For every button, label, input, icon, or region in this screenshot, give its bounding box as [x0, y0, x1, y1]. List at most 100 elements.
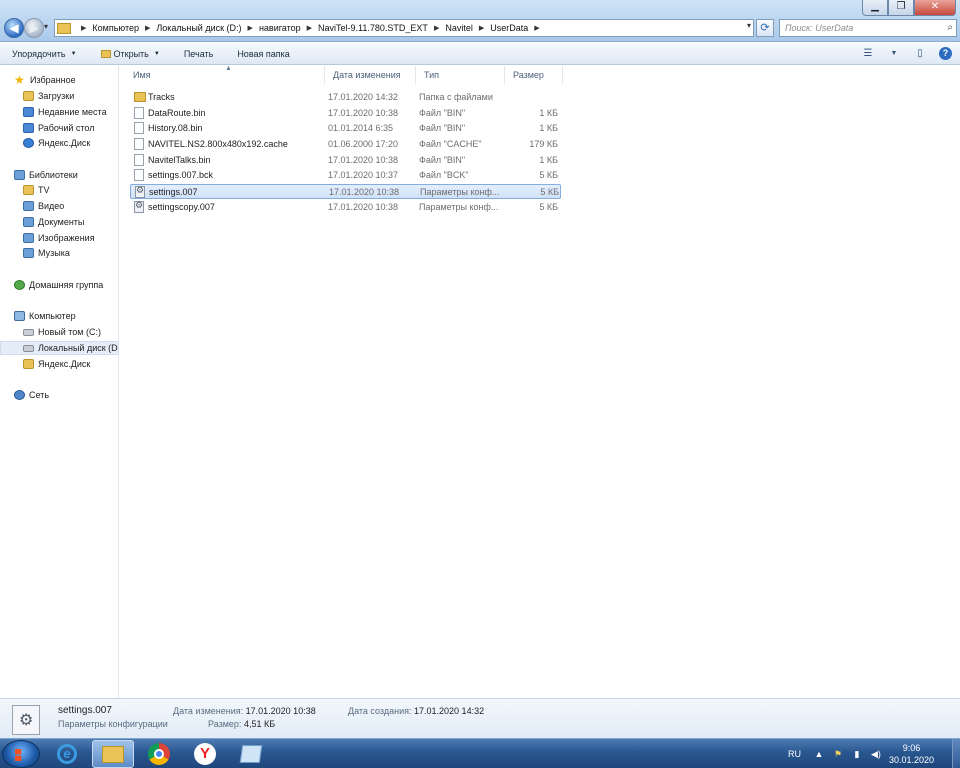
details-modified: Дата изменения: 17.01.2020 10:38	[173, 706, 316, 716]
organize-button[interactable]: Упорядочить ▼	[0, 49, 89, 59]
file-type: Параметры конф...	[420, 187, 500, 197]
print-button[interactable]: Печать	[172, 49, 225, 59]
folder-icon	[134, 92, 146, 102]
taskbar-chrome[interactable]	[138, 740, 180, 768]
tv-library-icon	[23, 185, 34, 195]
libraries-icon	[14, 170, 25, 180]
navigation-pane: ★ Избранное Загрузки Недавние места Рабоч…	[0, 66, 119, 698]
nav-homegroup[interactable]: Домашняя группа	[14, 278, 133, 292]
file-row[interactable]: DataRoute.bin 17.01.2020 10:38 Файл "BIN…	[130, 106, 561, 121]
taskbar-file-manager[interactable]	[230, 740, 272, 768]
column-header-type[interactable]: Тип	[416, 66, 505, 84]
breadcrumb-navitel[interactable]: Navitel	[445, 23, 473, 33]
file-size: 5 КБ	[540, 187, 559, 197]
chevron-down-icon[interactable]: ▼	[887, 48, 901, 60]
show-desktop-button[interactable]	[952, 739, 960, 768]
nav-drive-d[interactable]: Локальный диск (D	[0, 341, 119, 355]
nav-favorites[interactable]: ★ Избранное	[14, 73, 133, 87]
nav-label: Рабочий стол	[38, 123, 95, 133]
file-icon	[134, 122, 144, 134]
file-name: settings.007.bck	[148, 170, 214, 180]
file-row[interactable]: Tracks 17.01.2020 14:32 Папка с файлами	[130, 90, 561, 105]
close-button[interactable]: ✕	[914, 0, 956, 16]
column-header-date[interactable]: Дата изменения	[325, 66, 416, 84]
nav-label: Избранное	[30, 75, 76, 85]
column-header-name[interactable]: Имя ▲	[125, 65, 325, 84]
chevron-right-icon[interactable]: ▶	[248, 24, 253, 32]
taskbar-yandex-browser[interactable]: Y	[184, 740, 226, 768]
details-modified-label: Дата изменения:	[173, 706, 244, 716]
file-size: 179 КБ	[529, 139, 558, 149]
new-folder-button[interactable]: Новая папка	[225, 49, 301, 59]
nav-label: Сеть	[29, 390, 50, 400]
file-row-selected[interactable]: settings.007 17.01.2020 10:38 Параметры …	[130, 184, 561, 199]
search-input[interactable]: Поиск: UserData ⌕	[779, 19, 957, 37]
maximize-button[interactable]: ❐	[888, 0, 914, 16]
recent-pages-dropdown[interactable]: ▾	[44, 22, 52, 34]
forward-button[interactable]: ▶	[24, 18, 44, 38]
open-label: Открыть	[113, 48, 149, 59]
nav-label: Загрузки	[38, 91, 75, 101]
taskbar-windows-explorer[interactable]	[92, 740, 134, 768]
start-button[interactable]	[2, 740, 40, 768]
file-size: 5 КБ	[539, 202, 558, 212]
file-row[interactable]: NavitelTalks.bin 17.01.2020 10:38 Файл "…	[130, 153, 561, 168]
details-size: Размер: 4,51 КБ	[208, 719, 275, 729]
action-center-flag-icon[interactable]: ⚑	[832, 749, 844, 759]
open-folder-icon	[100, 49, 111, 58]
file-name: settingscopy.007	[148, 202, 215, 212]
nav-computer[interactable]: Компьютер	[14, 309, 133, 323]
file-name: settings.007	[149, 187, 198, 197]
chevron-right-icon[interactable]: ▶	[81, 24, 86, 32]
nav-label: TV	[38, 185, 50, 195]
details-created-label: Дата создания:	[348, 706, 412, 716]
chevron-right-icon[interactable]: ▶	[434, 24, 439, 32]
clock[interactable]: 9:06 30.01.2020	[889, 742, 934, 766]
music-library-icon	[23, 248, 34, 258]
minimize-button[interactable]: ▁	[862, 0, 888, 16]
preview-pane-icon[interactable]: ▯	[913, 48, 927, 60]
system-tray: RU ▲ ⚑ ▮ ◀) 9:06 30.01.2020	[788, 739, 960, 768]
view-options-icon[interactable]: ☰	[861, 48, 875, 60]
column-header-size[interactable]: Размер	[505, 66, 563, 84]
details-created: Дата создания: 17.01.2020 14:32	[348, 706, 484, 716]
nav-label: Локальный диск (D	[38, 343, 118, 353]
breadcrumb-navitel-std-ext[interactable]: NaviTel-9.11.780.STD_EXT	[318, 23, 428, 33]
taskbar-internet-explorer[interactable]: e	[46, 740, 88, 768]
file-row[interactable]: settingscopy.007 17.01.2020 10:38 Параме…	[130, 200, 561, 215]
chevron-right-icon[interactable]: ▶	[534, 24, 539, 32]
file-row[interactable]: settings.007.bck 17.01.2020 10:37 Файл "…	[130, 168, 561, 183]
breadcrumb-computer[interactable]: Компьютер	[92, 23, 139, 33]
file-icon	[134, 107, 144, 119]
file-date: 01.06.2000 17:20	[328, 139, 399, 149]
file-manager-icon	[239, 745, 263, 763]
breadcrumb-drive-d[interactable]: Локальный диск (D:)	[156, 23, 241, 33]
volume-icon[interactable]: ◀)	[870, 749, 882, 759]
breadcrumb-navigator[interactable]: навигатор	[259, 23, 301, 33]
language-indicator[interactable]: RU	[788, 749, 801, 759]
show-hidden-icons-icon[interactable]: ▲	[813, 749, 825, 759]
command-bar: Упорядочить ▼ Открыть ▼ Печать Новая папка…	[0, 43, 960, 65]
clock-date: 30.01.2020	[888, 755, 934, 765]
network-signal-icon[interactable]: ▮	[851, 749, 863, 759]
address-bar[interactable]: ▶ Компьютер ▶ Локальный диск (D:) ▶ нави…	[54, 19, 754, 37]
details-kind-value: Параметры конфигурации	[58, 719, 168, 729]
breadcrumb-userdata[interactable]: UserData	[490, 23, 528, 33]
help-icon[interactable]: ?	[939, 47, 952, 60]
back-button[interactable]: ◀	[4, 18, 24, 38]
chevron-right-icon[interactable]: ▶	[307, 24, 312, 32]
search-icon[interactable]: ⌕	[947, 20, 953, 36]
address-history-dropdown[interactable]: ▾	[747, 21, 751, 30]
window-controls: ▁ ❐ ✕	[862, 0, 956, 16]
open-button[interactable]: Открыть ▼	[89, 49, 172, 59]
file-name: NavitelTalks.bin	[148, 155, 211, 165]
chevron-right-icon[interactable]: ▶	[145, 24, 150, 32]
refresh-button[interactable]: ⟳	[756, 19, 774, 37]
nav-network[interactable]: Сеть	[14, 388, 133, 402]
documents-library-icon	[23, 217, 34, 227]
file-row[interactable]: NAVITEL.NS2.800x480x192.cache 01.06.2000…	[130, 137, 561, 152]
chevron-right-icon[interactable]: ▶	[479, 24, 484, 32]
nav-libraries[interactable]: Библиотеки	[14, 168, 133, 182]
details-file-kind: Параметры конфигурации	[58, 719, 168, 729]
file-row[interactable]: History.08.bin 01.01.2014 6:35 Файл "BIN…	[130, 121, 561, 136]
